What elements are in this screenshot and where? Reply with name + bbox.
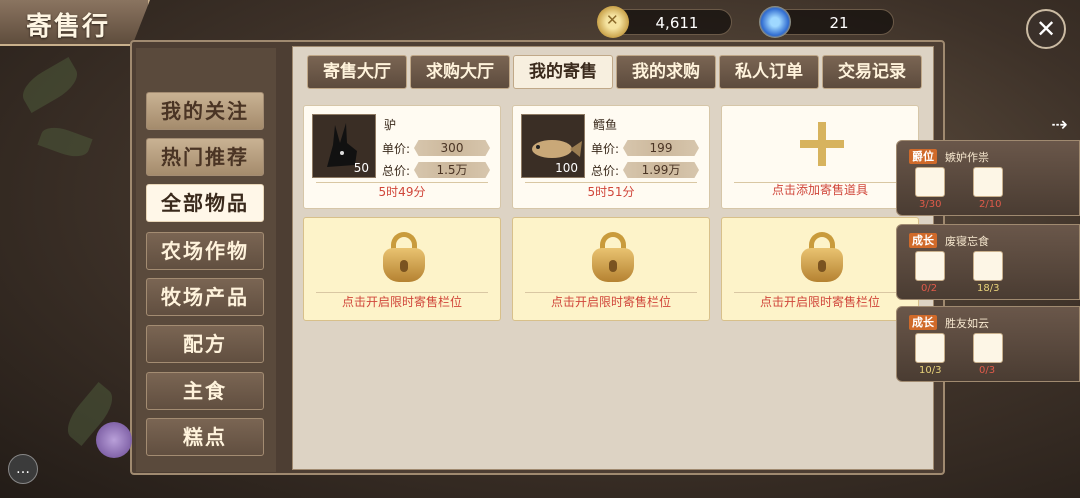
quest-card[interactable]: 成长 废寝忘食 0/2 18/3 — [896, 224, 1080, 300]
quest-progress: 10/3 — [919, 365, 942, 376]
total-price-label: 总价: — [591, 164, 620, 178]
blue-gem-icon — [759, 6, 791, 38]
chat-bubble-icon[interactable]: … — [8, 454, 38, 484]
item-name: 鳕鱼 — [593, 118, 618, 132]
arrow-exit-icon[interactable]: ⇢ — [1051, 112, 1068, 136]
lock-icon — [592, 232, 634, 282]
quest-tag: 成长 — [909, 233, 937, 248]
unlock-slot-text: 点击开启限时寄售栏位 — [759, 295, 880, 309]
locked-slot[interactable]: 点击开启限时寄售栏位 — [512, 217, 710, 321]
gold-coin-icon — [597, 6, 629, 38]
quest-progress: 2/10 — [979, 199, 1002, 210]
tab-my-buy[interactable]: 我的求购 — [616, 55, 716, 89]
lock-icon — [801, 232, 843, 282]
gold-value: 4,611 — [655, 14, 699, 32]
quest-progress: 0/2 — [921, 283, 938, 294]
unit-price-value: 300 — [414, 140, 490, 156]
category-sidebar: 我的关注 热门推荐 全部物品 农场作物 牧场产品 配方 主食 糕点 — [136, 48, 276, 472]
quest-card[interactable]: 爵位 嫉妒作祟 3/30 2/10 — [896, 140, 1080, 216]
item-quantity: 100 — [555, 161, 578, 175]
pie-icon — [973, 251, 1003, 281]
sidebar-item-all[interactable]: 全部物品 — [146, 184, 264, 222]
item-name: 驴 — [384, 118, 397, 132]
quest-progress: 3/30 — [919, 199, 942, 210]
listing-slot[interactable]: 50 驴 单价: 300 总价: 1.5万 5时49分 — [303, 105, 501, 209]
content-panel: 寄售大厅 求购大厅 我的寄售 我的求购 私人订单 交易记录 50 驴 单价: 3… — [292, 46, 934, 470]
burger-icon — [915, 333, 945, 363]
remaining-time: 5时51分 — [587, 185, 635, 199]
tab-consign-hall[interactable]: 寄售大厅 — [307, 55, 407, 89]
sidebar-item-pastry[interactable]: 糕点 — [146, 418, 264, 456]
remaining-time: 5时49分 — [378, 185, 426, 199]
sidebar-item-ranch[interactable]: 牧场产品 — [146, 278, 264, 316]
quest-tag: 爵位 — [909, 149, 937, 164]
quest-title: 胜友如云 — [945, 317, 989, 330]
flower-decoration — [96, 422, 132, 458]
unit-price-label: 单价: — [591, 142, 620, 156]
page-title: 寄售行 — [26, 12, 111, 42]
cod-fish-icon: 100 — [521, 114, 585, 178]
quest-progress: 0/3 — [979, 365, 996, 376]
add-listing-slot[interactable]: 点击添加寄售道具 — [721, 105, 919, 209]
locked-slot[interactable]: 点击开启限时寄售栏位 — [721, 217, 919, 321]
tab-my-consign[interactable]: 我的寄售 — [513, 55, 613, 89]
quest-tag: 成长 — [909, 315, 937, 330]
sidebar-item-hot[interactable]: 热门推荐 — [146, 138, 264, 176]
total-price-label: 总价: — [382, 164, 411, 178]
donkey-icon: 50 — [312, 114, 376, 178]
sidebar-item-recipe[interactable]: 配方 — [146, 325, 264, 363]
add-listing-text: 点击添加寄售道具 — [771, 183, 868, 197]
unit-price-value: 199 — [623, 140, 699, 156]
sidebar-item-staple[interactable]: 主食 — [146, 372, 264, 410]
gem-value: 21 — [829, 14, 849, 32]
tab-buy-hall[interactable]: 求购大厅 — [410, 55, 510, 89]
unit-price-label: 单价: — [382, 142, 411, 156]
tab-trade-record[interactable]: 交易记录 — [822, 55, 922, 89]
item-quantity: 50 — [353, 161, 369, 175]
total-price-value: 1.99万 — [623, 162, 699, 178]
plus-icon — [800, 122, 844, 166]
leaf-decoration — [16, 57, 84, 113]
leaf-decoration — [37, 122, 93, 162]
unlock-slot-text: 点击开启限时寄售栏位 — [550, 295, 671, 309]
quest-title: 废寝忘食 — [945, 235, 989, 248]
sidebar-item-following[interactable]: 我的关注 — [146, 92, 264, 130]
gold-currency[interactable]: 4,611 — [597, 6, 732, 38]
drink-icon — [973, 167, 1003, 197]
close-icon[interactable]: ✕ — [1026, 9, 1066, 49]
bread-icon — [915, 167, 945, 197]
gem-currency[interactable]: 21 — [759, 6, 894, 38]
sidebar-item-farm[interactable]: 农场作物 — [146, 232, 264, 270]
quest-progress: 18/3 — [977, 283, 1000, 294]
lock-icon — [383, 232, 425, 282]
chocolate-icon — [973, 333, 1003, 363]
total-price-value: 1.5万 — [414, 162, 490, 178]
chocolate-icon — [915, 251, 945, 281]
listing-slot[interactable]: 100 鳕鱼 单价: 199 总价: 1.99万 5时51分 — [512, 105, 710, 209]
quest-card[interactable]: 成长 胜友如云 10/3 0/3 — [896, 306, 1080, 382]
unlock-slot-text: 点击开启限时寄售栏位 — [341, 295, 462, 309]
tab-private-order[interactable]: 私人订单 — [719, 55, 819, 89]
quest-title: 嫉妒作祟 — [945, 151, 989, 164]
locked-slot[interactable]: 点击开启限时寄售栏位 — [303, 217, 501, 321]
